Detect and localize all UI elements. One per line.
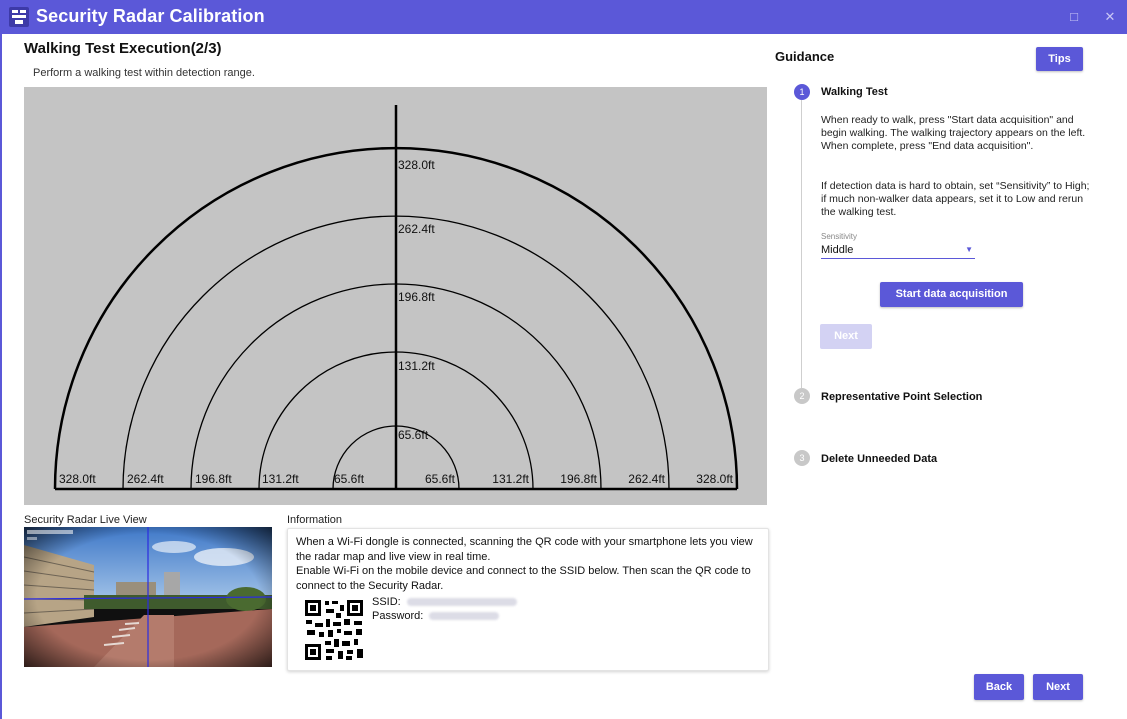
arc-label-196: 196.8ft: [398, 290, 435, 304]
step-1-description: When ready to walk, press "Start data ac…: [821, 114, 1091, 153]
dropdown-arrow-icon: ▼: [965, 245, 973, 254]
arc-label-65: 65.6ft: [398, 428, 429, 442]
left-label-65: 65.6ft: [334, 472, 365, 486]
information-paragraph-2: Enable Wi-Fi on the mobile device and co…: [296, 565, 751, 592]
page-title: Walking Test Execution(2/3): [24, 40, 222, 57]
radar-map-canvas: 328.0ft 262.4ft 196.8ft 131.2ft 65.6ft 3…: [53, 105, 739, 491]
ssid-label: SSID:: [372, 596, 401, 608]
step-1-title: Walking Test: [821, 86, 888, 98]
arc-label-328: 328.0ft: [398, 158, 435, 172]
left-label-262: 262.4ft: [127, 472, 164, 486]
back-button[interactable]: Back: [974, 674, 1024, 700]
left-label-328: 328.0ft: [59, 472, 96, 486]
maximize-button[interactable]: □: [1063, 6, 1085, 28]
right-label-328: 328.0ft: [696, 472, 733, 486]
step-next-button[interactable]: Next: [820, 324, 872, 349]
left-label-196: 196.8ft: [195, 472, 232, 486]
live-view-scene: [24, 527, 272, 667]
right-label-131: 131.2ft: [492, 472, 529, 486]
live-view-image[interactable]: [24, 527, 272, 667]
step-3-number: 3: [794, 450, 810, 466]
right-label-196: 196.8ft: [560, 472, 597, 486]
live-view-label: Security Radar Live View: [24, 514, 147, 526]
ssid-value-redacted: [406, 598, 517, 607]
right-label-65: 65.6ft: [425, 472, 456, 486]
qr-code-icon: [304, 599, 364, 661]
window-border: [0, 34, 2, 719]
close-button[interactable]: ✕: [1099, 6, 1121, 28]
ssid-row: SSID:: [372, 596, 517, 608]
information-title: Information: [287, 514, 343, 526]
stepper-connector: [801, 100, 802, 388]
information-paragraph-1: When a Wi-Fi dongle is connected, scanni…: [296, 536, 753, 563]
title-bar: Security Radar Calibration □ ✕: [0, 0, 1127, 34]
left-label-131: 131.2ft: [262, 472, 299, 486]
app-logo-icon: [9, 7, 29, 27]
sensitivity-select[interactable]: Middle ▼: [821, 244, 975, 259]
radar-map[interactable]: 328.0ft 262.4ft 196.8ft 131.2ft 65.6ft 3…: [24, 87, 767, 505]
step-1-text-2: When complete, press "End data acquisiti…: [821, 140, 1034, 152]
arc-label-262: 262.4ft: [398, 222, 435, 236]
step-1-number: 1: [794, 84, 810, 100]
page-subtitle: Perform a walking test within detection …: [33, 67, 255, 79]
arc-label-131: 131.2ft: [398, 359, 435, 373]
information-card: When a Wi-Fi dongle is connected, scanni…: [287, 528, 769, 671]
step-1-sensitivity-hint: If detection data is hard to obtain, set…: [821, 180, 1090, 218]
password-label: Password:: [372, 610, 424, 622]
password-value-redacted: [429, 612, 500, 621]
step-3-title: Delete Unneeded Data: [821, 453, 938, 465]
guidance-title: Guidance: [775, 49, 835, 64]
sensitivity-label: Sensitivity: [821, 232, 858, 241]
information-text: When a Wi-Fi dongle is connected, scanni…: [296, 535, 766, 593]
step-2-number: 2: [794, 388, 810, 404]
start-data-acquisition-button[interactable]: Start data acquisition: [880, 282, 1023, 307]
window-title: Security Radar Calibration: [36, 6, 265, 26]
sensitivity-value: Middle: [821, 244, 854, 256]
tips-button[interactable]: Tips: [1036, 47, 1083, 71]
right-label-262: 262.4ft: [628, 472, 665, 486]
password-row: Password:: [372, 610, 500, 622]
step-1-text-1: When ready to walk, press "Start data ac…: [821, 114, 1086, 139]
next-button[interactable]: Next: [1033, 674, 1083, 700]
step-2-title: Representative Point Selection: [821, 391, 983, 403]
